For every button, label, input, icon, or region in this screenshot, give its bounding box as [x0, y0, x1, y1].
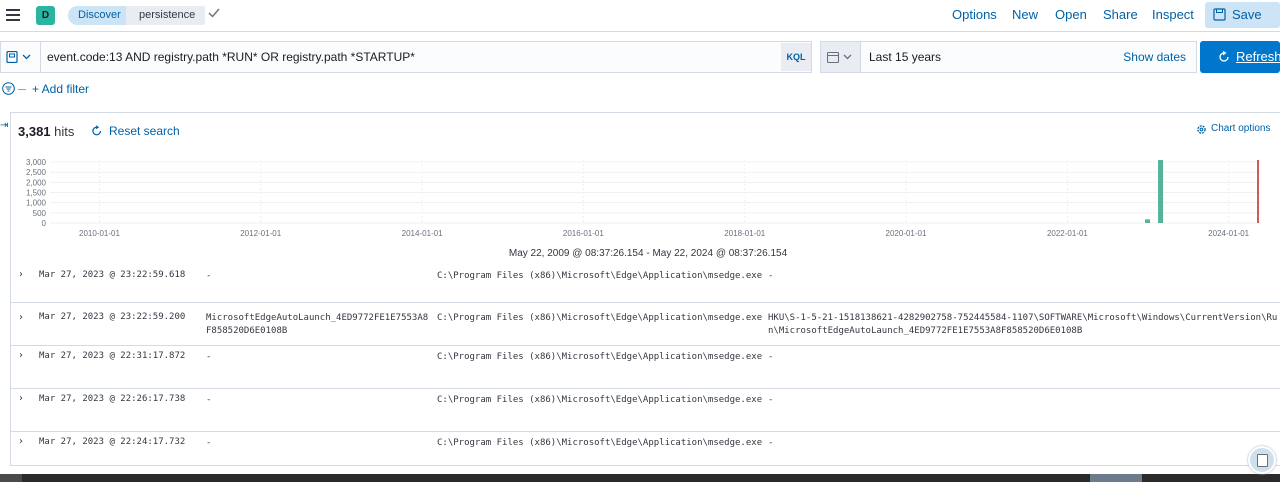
row-registry-path: - — [768, 352, 774, 362]
expand-row-icon[interactable]: › — [19, 393, 23, 404]
saved-query-menu[interactable] — [1, 42, 41, 72]
x-tick-label: 2022-01-01 — [1047, 229, 1088, 238]
breadcrumb-discover[interactable]: Discover — [68, 6, 135, 25]
quick-date-menu[interactable] — [821, 42, 861, 72]
x-tick-label: 2012-01-01 — [240, 229, 281, 238]
taskbar-item[interactable] — [1090, 474, 1142, 482]
y-tick-label: 2,500 — [26, 168, 47, 177]
y-tick-label: 500 — [33, 209, 47, 218]
reset-search-button[interactable]: Reset search — [91, 124, 180, 138]
table-row[interactable]: › Mar 27, 2023 @ 22:31:17.872- C:\Program … — [11, 346, 1280, 389]
row-value-name: - — [206, 352, 212, 362]
y-tick-label: 3,000 — [26, 158, 47, 167]
inspect-link[interactable]: Inspect — [1152, 0, 1194, 32]
expand-row-icon[interactable]: › — [19, 269, 23, 280]
row-process-path: C:\Program Files (x86)\Microsoft\Edge\Ap… — [437, 271, 763, 281]
refresh-label: Refresh — [1236, 49, 1280, 64]
row-timestamp: Mar 27, 2023 @ 22:24:17.732 — [39, 437, 186, 447]
row-process-path: C:\Program Files (x86)\Microsoft\Edge\Ap… — [437, 395, 763, 405]
table-row[interactable]: › Mar 27, 2023 @ 22:26:17.738- C:\Program … — [11, 389, 1280, 432]
filter-divider — [18, 89, 26, 90]
date-range-text[interactable]: Last 15 years — [869, 42, 941, 72]
filter-bar: + Add filter — [0, 80, 1280, 100]
x-tick-label: 2014-01-01 — [402, 229, 443, 238]
os-taskbar — [0, 474, 1280, 482]
row-timestamp: Mar 27, 2023 @ 22:26:17.738 — [39, 394, 186, 404]
y-tick-label: 1,000 — [26, 199, 47, 208]
row-registry-path: - — [768, 271, 774, 281]
row-process-path: C:\Program Files (x86)\Microsoft\Edge\Ap… — [437, 313, 763, 323]
kql-toggle-button[interactable]: KQL — [781, 43, 811, 71]
taskbar-start[interactable] — [0, 474, 22, 482]
row-value-name: - — [206, 438, 212, 448]
save-icon — [1213, 8, 1226, 21]
row-value-name: - — [206, 271, 212, 281]
new-link[interactable]: New — [1012, 0, 1038, 32]
check-icon — [208, 8, 220, 18]
show-dates-link[interactable]: Show dates — [1123, 42, 1186, 72]
row-registry-path: - — [768, 395, 774, 405]
documents-table: › Mar 27, 2023 @ 23:22:59.618- C:\Program … — [11, 265, 1280, 465]
reset-icon — [92, 125, 102, 136]
row-process-path: C:\Program Files (x86)\Microsoft\Edge\Ap… — [437, 352, 763, 362]
row-registry-path: HKU\S-1-5-21-1518138621-4282902758-75244… — [768, 313, 1278, 336]
row-process-path: C:\Program Files (x86)\Microsoft\Edge\Ap… — [437, 438, 763, 448]
hits-label: hits — [54, 124, 75, 139]
row-timestamp: Mar 27, 2023 @ 23:22:59.200 — [39, 312, 186, 322]
expand-row-icon[interactable]: › — [19, 312, 23, 323]
hits-count: 3,381 hits — [18, 124, 74, 139]
gear-icon — [1197, 125, 1206, 134]
collapse-sidebar-icon[interactable]: ⇥ — [0, 120, 8, 131]
breadcrumb-persistence: persistence — [126, 6, 206, 25]
options-link[interactable]: Options — [952, 0, 997, 32]
histogram-bar[interactable] — [1158, 160, 1164, 223]
chart-options-button[interactable]: Chart options — [1196, 123, 1270, 134]
row-registry-path: - — [768, 438, 774, 448]
calendar-icon — [827, 51, 852, 63]
save-button[interactable]: Save — [1205, 2, 1280, 28]
save-label: Save — [1232, 7, 1262, 22]
open-link[interactable]: Open — [1055, 0, 1087, 32]
hits-number: 3,381 — [18, 124, 51, 139]
row-timestamp: Mar 27, 2023 @ 23:22:59.618 — [39, 270, 186, 280]
y-tick-label: 1,500 — [26, 189, 47, 198]
x-tick-label: 2016-01-01 — [563, 229, 604, 238]
row-timestamp: Mar 27, 2023 @ 22:31:17.872 — [39, 351, 186, 361]
row-value-name: MicrosoftEdgeAutoLaunch_4ED9772FE1E7553A… — [206, 313, 429, 336]
refresh-icon — [1219, 51, 1229, 62]
table-row[interactable]: › Mar 27, 2023 @ 22:24:17.732- C:\Program … — [11, 432, 1280, 465]
table-row[interactable]: › Mar 27, 2023 @ 23:22:59.618- C:\Program … — [11, 265, 1280, 303]
reset-search-label: Reset search — [109, 124, 180, 138]
x-tick-label: 2024-01-01 — [1208, 229, 1249, 238]
y-tick-label: 2,000 — [26, 178, 47, 187]
filter-icon[interactable] — [2, 82, 15, 95]
app-badge[interactable]: D — [36, 6, 55, 25]
x-tick-label: 2010-01-01 — [79, 229, 120, 238]
expand-row-icon[interactable]: › — [19, 350, 23, 361]
x-tick-label: 2020-01-01 — [886, 229, 927, 238]
x-tick-label: 2018-01-01 — [724, 229, 765, 238]
expand-row-icon[interactable]: › — [19, 436, 23, 447]
clipboard-icon[interactable] — [1248, 446, 1276, 474]
y-tick-label: 0 — [42, 219, 47, 228]
share-link[interactable]: Share — [1103, 0, 1138, 32]
time-range-label: May 22, 2009 @ 08:37:26.154 - May 22, 20… — [508, 248, 788, 259]
chart-options-label: Chart options — [1211, 123, 1271, 134]
menu-icon[interactable] — [6, 9, 20, 21]
query-input[interactable]: event.code:13 AND registry.path *RUN* OR… — [47, 42, 415, 72]
date-picker: Last 15 years Show dates — [820, 41, 1197, 73]
saved-query-icon — [6, 51, 31, 63]
row-value-name: - — [206, 395, 212, 405]
add-filter-button[interactable]: + Add filter — [32, 82, 89, 96]
top-header: D Discover persistence Options New Open … — [0, 0, 1280, 32]
table-row[interactable]: › Mar 27, 2023 @ 23:22:59.200 MicrosoftEdg… — [11, 303, 1280, 346]
query-bar: event.code:13 AND registry.path *RUN* OR… — [0, 41, 812, 73]
histogram-bar[interactable] — [1145, 219, 1151, 223]
refresh-button[interactable]: Refresh — [1200, 41, 1280, 73]
